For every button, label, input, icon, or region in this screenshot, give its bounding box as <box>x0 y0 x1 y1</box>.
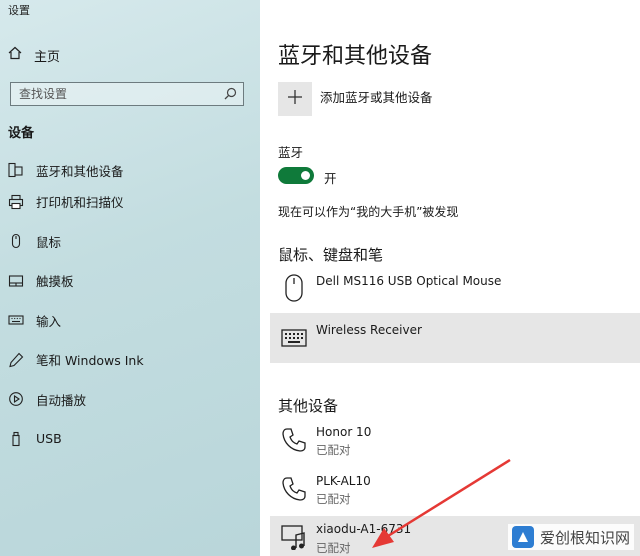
usb-icon <box>8 431 24 447</box>
add-device-button[interactable] <box>278 82 312 116</box>
sidebar-item-label: USB <box>36 431 62 447</box>
page-title: 蓝牙和其他设备 <box>278 44 433 69</box>
home-icon <box>8 46 22 64</box>
watermark-logo-icon <box>511 526 534 548</box>
add-device-label[interactable]: 添加蓝牙或其他设备 <box>320 87 433 106</box>
sidebar-item-label: 打印机和扫描仪 <box>36 195 124 211</box>
window-title: 设置 <box>8 4 30 17</box>
phone-icon <box>280 426 308 454</box>
sidebar-item-usb[interactable]: USB <box>8 419 144 459</box>
phone-icon <box>280 475 308 503</box>
discoverable-text: 现在可以作为“我的大手机”被发现 <box>278 205 459 219</box>
device-name: Wireless Receiver <box>316 323 422 337</box>
sidebar-home[interactable]: 主页 <box>8 44 60 66</box>
touchpad-icon <box>8 273 24 289</box>
search-box[interactable] <box>10 82 244 106</box>
sidebar-item-touchpad[interactable]: 触摸板 <box>8 261 144 301</box>
device-status: 已配对 <box>316 541 351 555</box>
bluetooth-label: 蓝牙 <box>278 145 304 160</box>
watermark: 爱创根知识网 <box>507 524 634 550</box>
keyboard-icon <box>280 324 308 352</box>
device-row-plk-al10[interactable]: PLK-AL10 已配对 <box>270 471 640 517</box>
bluetooth-state: 开 <box>324 171 337 186</box>
sidebar-item-printers[interactable]: 打印机和扫描仪 <box>8 182 144 222</box>
device-name: xiaodu-A1-6731 <box>316 522 412 536</box>
bluetooth-toggle[interactable] <box>278 167 314 184</box>
sidebar-nav: 蓝牙和其他设备 打印机和扫描仪 鼠标 触摸板 输入 笔和 Windows Ink… <box>8 158 144 459</box>
mouse-icon <box>280 274 308 302</box>
keyboard-icon <box>8 312 24 328</box>
pen-icon <box>8 352 24 368</box>
device-name: PLK-AL10 <box>316 474 371 488</box>
toggle-knob <box>301 171 310 180</box>
bluetooth-devices-icon <box>8 162 24 178</box>
search-icon[interactable] <box>224 85 237 104</box>
sidebar-item-label: 自动播放 <box>36 392 87 408</box>
sidebar: 设置 主页 设备 蓝牙和其他设备 打印机和扫描仪 <box>0 0 260 556</box>
sidebar-item-bluetooth[interactable]: 蓝牙和其他设备 <box>8 158 144 182</box>
device-row-wireless-receiver[interactable]: Wireless Receiver <box>270 313 640 363</box>
speaker-icon <box>280 522 308 550</box>
device-status: 已配对 <box>316 443 351 457</box>
sidebar-item-mouse[interactable]: 鼠标 <box>8 222 144 262</box>
device-name: Honor 10 <box>316 425 372 439</box>
sidebar-item-typing[interactable]: 输入 <box>8 301 144 341</box>
watermark-text: 爱创根知识网 <box>539 528 630 547</box>
autoplay-icon <box>8 391 24 407</box>
device-status: 已配对 <box>316 492 351 506</box>
sidebar-home-label: 主页 <box>34 49 61 65</box>
device-name: Dell MS116 USB Optical Mouse <box>316 274 502 288</box>
sidebar-item-pen[interactable]: 笔和 Windows Ink <box>8 340 144 380</box>
main-content: 蓝牙和其他设备 添加蓝牙或其他设备 蓝牙 开 现在可以作为“我的大手机”被发现 … <box>260 0 640 556</box>
device-row-honor10[interactable]: Honor 10 已配对 <box>270 422 640 468</box>
mouse-icon <box>8 233 24 249</box>
sidebar-item-label: 输入 <box>36 313 62 329</box>
sidebar-section-title: 设备 <box>8 126 35 141</box>
input-devices-heading: 鼠标、键盘和笔 <box>278 246 384 264</box>
sidebar-item-autoplay[interactable]: 自动播放 <box>8 380 144 420</box>
sidebar-item-label: 蓝牙和其他设备 <box>36 163 124 179</box>
other-devices-heading: 其他设备 <box>278 397 339 415</box>
plus-icon <box>287 89 303 109</box>
device-row-mouse[interactable]: Dell MS116 USB Optical Mouse <box>270 266 640 312</box>
sidebar-item-label: 笔和 Windows Ink <box>36 353 144 369</box>
sidebar-item-label: 鼠标 <box>36 234 62 250</box>
search-input[interactable] <box>19 87 209 101</box>
printer-icon <box>8 194 24 210</box>
sidebar-item-label: 触摸板 <box>36 274 74 290</box>
